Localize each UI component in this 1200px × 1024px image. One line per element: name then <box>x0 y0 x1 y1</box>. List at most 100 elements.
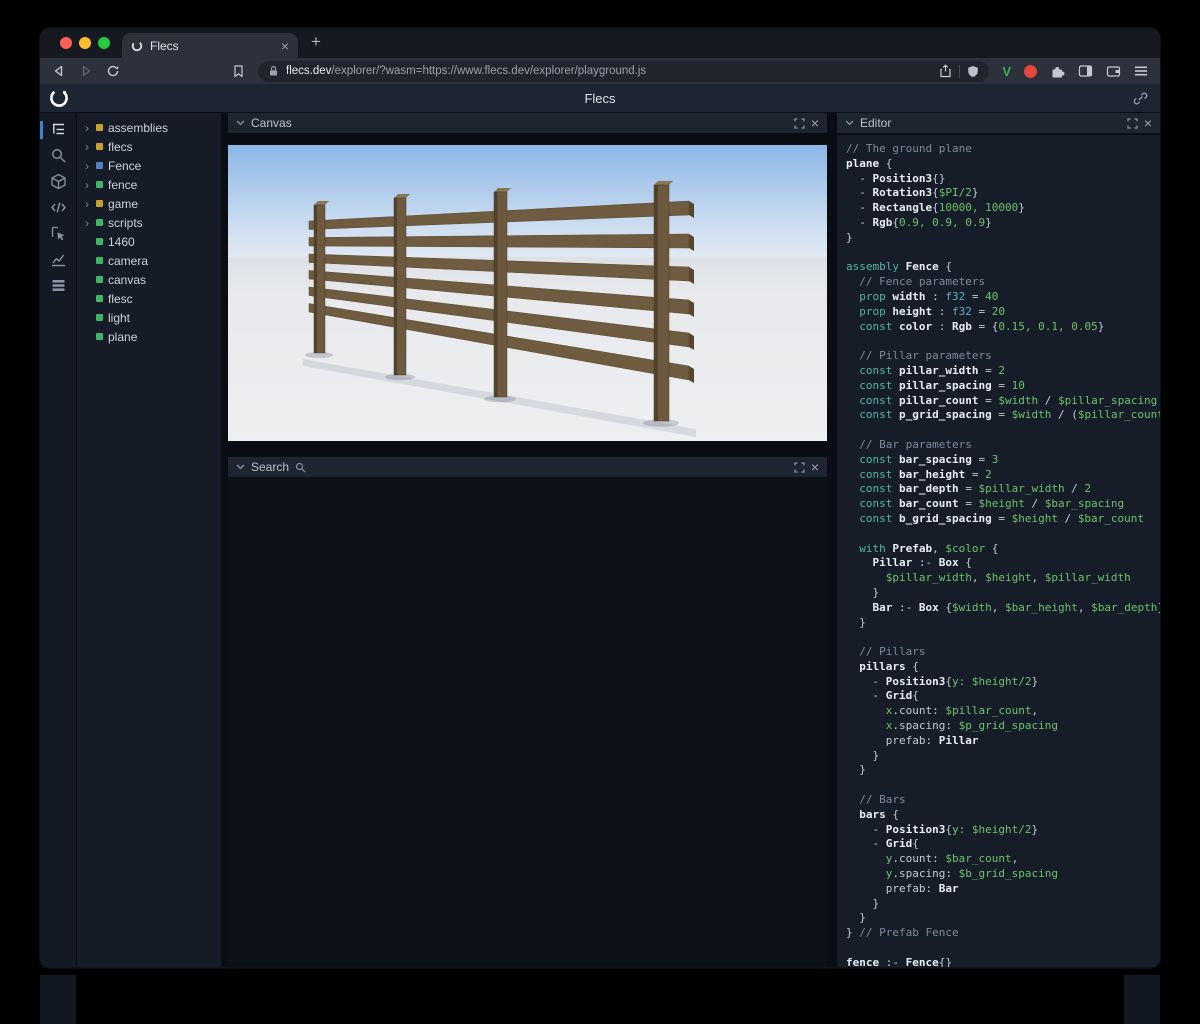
code-line[interactable]: // The ground plane <box>846 142 1160 157</box>
code-line[interactable]: fence :- Fence{} <box>846 956 1160 967</box>
chevron-down-icon[interactable] <box>236 464 245 470</box>
entity-tree-icon[interactable] <box>50 121 67 138</box>
code-line[interactable]: y.count: $bar_count, <box>846 852 1160 867</box>
code-line[interactable]: // Fence parameters <box>846 275 1160 290</box>
code-line[interactable]: const p_grid_spacing = $width / ($pillar… <box>846 408 1160 423</box>
code-line[interactable]: - Position3{y: $height/2} <box>846 675 1160 690</box>
code-line[interactable]: const pillar_count = $width / $pillar_sp… <box>846 394 1160 409</box>
code-line[interactable] <box>846 778 1160 793</box>
bookmark-icon[interactable] <box>232 64 245 78</box>
tree-item-game[interactable]: ›game <box>77 194 221 213</box>
code-line[interactable]: x.count: $pillar_count, <box>846 704 1160 719</box>
canvas-3d-viewport[interactable] <box>228 145 827 441</box>
code-line[interactable]: - Rgb{0.9, 0.9, 0.9} <box>846 216 1160 231</box>
code-line[interactable]: // Bars <box>846 793 1160 808</box>
code-line[interactable]: - Rectangle{10000, 10000} <box>846 201 1160 216</box>
expand-arrow-icon[interactable]: › <box>83 217 91 229</box>
expand-arrow-icon[interactable]: › <box>83 179 91 191</box>
close-icon[interactable]: × <box>1144 116 1152 130</box>
reload-button[interactable] <box>106 64 120 78</box>
extension-v-icon[interactable]: V <box>1002 64 1011 79</box>
code-line[interactable]: plane { <box>846 157 1160 172</box>
code-line[interactable]: } <box>846 911 1160 926</box>
code-line[interactable] <box>846 941 1160 956</box>
code-line[interactable]: } <box>846 897 1160 912</box>
code-line[interactable]: bars { <box>846 808 1160 823</box>
stats-icon[interactable] <box>50 251 67 268</box>
code-line[interactable] <box>846 246 1160 261</box>
minimize-window-button[interactable] <box>79 37 91 49</box>
code-line[interactable] <box>846 334 1160 349</box>
code-line[interactable]: const bar_depth = $pillar_width / 2 <box>846 482 1160 497</box>
code-line[interactable]: const bar_spacing = 3 <box>846 453 1160 468</box>
code-line[interactable]: const bar_count = $height / $bar_spacing <box>846 497 1160 512</box>
close-window-button[interactable] <box>60 37 72 49</box>
back-button[interactable] <box>52 64 66 78</box>
code-line[interactable]: prop height : f32 = 20 <box>846 305 1160 320</box>
tree-item-Fence[interactable]: ›Fence <box>77 156 221 175</box>
inspect-icon[interactable] <box>50 225 67 242</box>
code-line[interactable]: x.spacing: $p_grid_spacing <box>846 719 1160 734</box>
link-icon[interactable] <box>1133 91 1148 106</box>
editor-code[interactable]: // The ground planeplane { - Position3{}… <box>837 135 1160 967</box>
code-line[interactable]: // Bar parameters <box>846 438 1160 453</box>
code-line[interactable]: const bar_height = 2 <box>846 468 1160 483</box>
code-line[interactable]: } <box>846 616 1160 631</box>
code-icon[interactable] <box>50 199 67 216</box>
code-line[interactable]: y.spacing: $b_grid_spacing <box>846 867 1160 882</box>
code-line[interactable]: - Position3{y: $height/2} <box>846 823 1160 838</box>
code-line[interactable]: - Rotation3{$PI/2} <box>846 186 1160 201</box>
wallet-icon[interactable] <box>1106 64 1121 78</box>
code-line[interactable]: - Grid{ <box>846 837 1160 852</box>
code-line[interactable]: } <box>846 763 1160 778</box>
expand-arrow-icon[interactable]: › <box>83 141 91 153</box>
new-tab-button[interactable]: + <box>298 32 321 55</box>
code-line[interactable]: // Pillar parameters <box>846 349 1160 364</box>
expand-icon[interactable] <box>794 118 805 129</box>
cube-icon[interactable] <box>50 173 67 190</box>
tree-item-light[interactable]: light <box>77 308 221 327</box>
code-line[interactable]: prefab: Bar <box>846 882 1160 897</box>
code-line[interactable] <box>846 423 1160 438</box>
code-line[interactable]: } <box>846 586 1160 601</box>
extensions-puzzle-icon[interactable] <box>1050 64 1065 79</box>
code-line[interactable]: } <box>846 749 1160 764</box>
tree-item-flesc[interactable]: flesc <box>77 289 221 308</box>
tree-item-canvas[interactable]: canvas <box>77 270 221 289</box>
code-line[interactable]: prop width : f32 = 40 <box>846 290 1160 305</box>
code-line[interactable]: Pillar :- Box { <box>846 556 1160 571</box>
tree-item-scripts[interactable]: ›scripts <box>77 213 221 232</box>
code-line[interactable]: Bar :- Box {$width, $bar_height, $bar_de… <box>846 601 1160 616</box>
code-line[interactable]: pillars { <box>846 660 1160 675</box>
code-line[interactable]: // Pillars <box>846 645 1160 660</box>
tab-close-icon[interactable]: × <box>281 38 289 54</box>
code-line[interactable]: const pillar_width = 2 <box>846 364 1160 379</box>
tree-item-plane[interactable]: plane <box>77 327 221 346</box>
expand-icon[interactable] <box>794 462 805 473</box>
code-line[interactable] <box>846 630 1160 645</box>
url-bar[interactable]: flecs.dev/explorer/?wasm=https://www.fle… <box>258 61 989 82</box>
tree-item-assemblies[interactable]: ›assemblies <box>77 118 221 137</box>
expand-arrow-icon[interactable]: › <box>83 160 91 172</box>
tree-item-1460[interactable]: 1460 <box>77 232 221 251</box>
code-line[interactable]: prefab: Pillar <box>846 734 1160 749</box>
shield-icon[interactable] <box>967 65 979 78</box>
code-line[interactable] <box>846 527 1160 542</box>
code-line[interactable]: - Grid{ <box>846 689 1160 704</box>
menu-icon[interactable] <box>1134 65 1148 77</box>
code-line[interactable]: - Position3{} <box>846 172 1160 187</box>
code-line[interactable]: assembly Fence { <box>846 260 1160 275</box>
sidebar-toggle-icon[interactable] <box>1078 64 1093 78</box>
code-line[interactable]: const color : Rgb = {0.15, 0.1, 0.05} <box>846 320 1160 335</box>
expand-icon[interactable] <box>1127 118 1138 129</box>
code-line[interactable]: $pillar_width, $height, $pillar_width <box>846 571 1160 586</box>
expand-arrow-icon[interactable]: › <box>83 122 91 134</box>
code-line[interactable]: const b_grid_spacing = $height / $bar_co… <box>846 512 1160 527</box>
forward-button[interactable] <box>79 64 93 78</box>
browser-tab[interactable]: Flecs × <box>122 33 298 58</box>
search-icon[interactable] <box>50 147 67 164</box>
rows-icon[interactable] <box>50 277 67 294</box>
close-icon[interactable]: × <box>811 116 819 130</box>
code-line[interactable]: } <box>846 231 1160 246</box>
expand-arrow-icon[interactable]: › <box>83 198 91 210</box>
